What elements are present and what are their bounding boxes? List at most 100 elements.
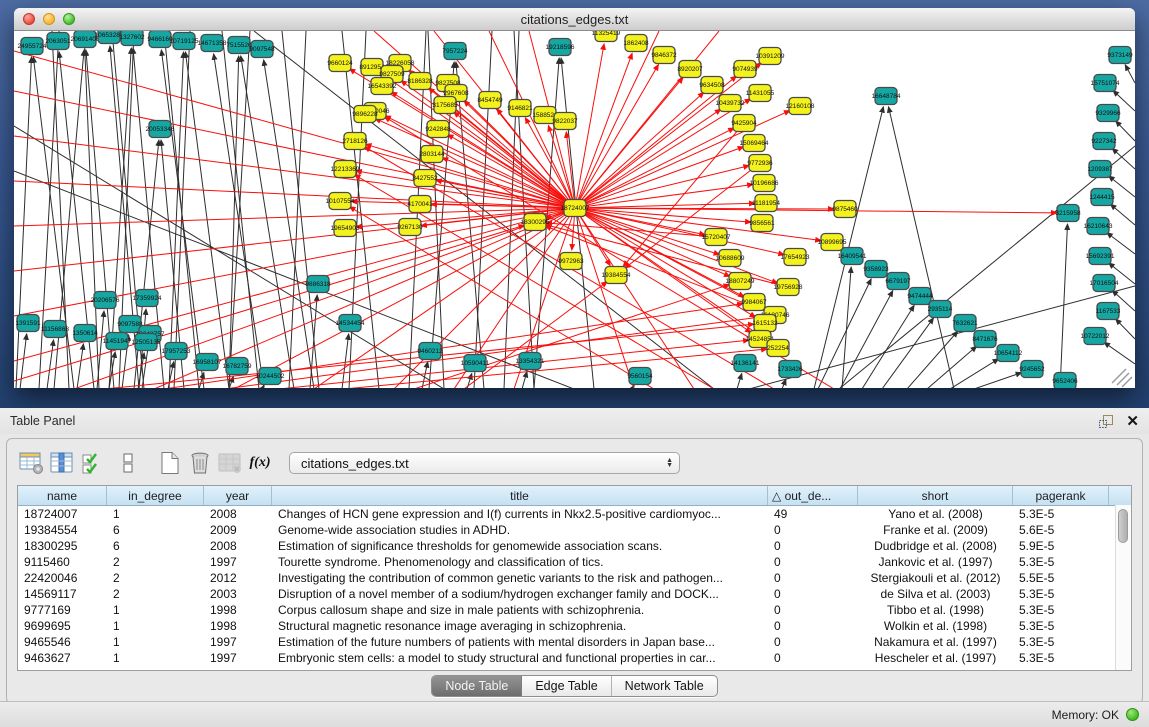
show-columns-icon[interactable] — [47, 449, 77, 477]
graph-node[interactable] — [409, 73, 431, 90]
graph-node[interactable] — [414, 170, 436, 187]
graph-node[interactable] — [201, 35, 223, 52]
create-table-icon[interactable] — [155, 449, 185, 477]
graph-node[interactable] — [524, 214, 546, 231]
table-row[interactable]: 2242004622012Investigating the contribut… — [18, 570, 1131, 586]
graph-node[interactable] — [534, 107, 556, 124]
graph-node[interactable] — [228, 37, 250, 54]
graph-node[interactable] — [779, 361, 801, 378]
graph-node[interactable] — [719, 250, 741, 267]
graph-node[interactable] — [653, 47, 675, 64]
column-header-short[interactable]: short — [858, 486, 1013, 505]
graph-node[interactable] — [259, 368, 281, 385]
graph-node[interactable] — [753, 175, 775, 192]
graph-node[interactable] — [419, 343, 441, 360]
graph-node[interactable] — [98, 31, 120, 44]
graph-node[interactable] — [464, 355, 486, 372]
graph-node[interactable] — [17, 315, 39, 332]
graph-node[interactable] — [1089, 248, 1111, 265]
column-header-year[interactable]: year — [204, 486, 272, 505]
graph-node[interactable] — [929, 301, 951, 318]
graph-node[interactable] — [1097, 303, 1119, 320]
graph-node[interactable] — [777, 279, 799, 296]
graph-node[interactable] — [734, 61, 756, 78]
graph-node[interactable] — [821, 234, 843, 251]
tab-node-table[interactable]: Node Table — [432, 676, 522, 696]
row-height-icon[interactable] — [113, 449, 143, 477]
tab-network-table[interactable]: Network Table — [612, 676, 717, 696]
graph-node[interactable] — [1097, 105, 1119, 122]
graph-node[interactable] — [94, 292, 116, 309]
close-window-icon[interactable] — [23, 13, 35, 25]
column-header-title[interactable]: title — [272, 486, 768, 505]
table-row[interactable]: 946554611997Estimation of the future num… — [18, 634, 1131, 650]
graph-node[interactable] — [865, 261, 887, 278]
graph-node[interactable] — [1109, 47, 1131, 64]
column-header-out-degree[interactable]: △ out_de... — [768, 486, 858, 505]
table-row[interactable]: 1872400712008Changes of HCN gene express… — [18, 506, 1131, 522]
graph-node[interactable] — [954, 315, 976, 332]
graph-node[interactable] — [251, 41, 273, 58]
graph-node[interactable] — [734, 355, 756, 372]
graph-node[interactable] — [834, 201, 856, 218]
graph-node[interactable] — [754, 315, 776, 332]
graph-node[interactable] — [784, 249, 806, 266]
graph-node[interactable] — [701, 77, 723, 94]
vertical-scrollbar[interactable] — [1115, 505, 1131, 670]
table-row[interactable]: 911546021997Tourette syndrome. Phenomeno… — [18, 554, 1131, 570]
column-header-name[interactable]: name — [18, 486, 107, 505]
graph-node[interactable] — [339, 315, 361, 332]
graph-node[interactable] — [875, 88, 897, 105]
graph-node[interactable] — [743, 294, 765, 311]
graph-node[interactable] — [434, 97, 456, 114]
graph-node[interactable] — [334, 161, 356, 178]
table-row[interactable]: 1456911722003Disruption of a novel membe… — [18, 586, 1131, 602]
graph-node[interactable] — [226, 358, 248, 375]
graph-node[interactable] — [1089, 161, 1111, 178]
graph-node[interactable] — [1087, 218, 1109, 235]
table-settings-icon[interactable] — [17, 449, 47, 477]
graph-node[interactable] — [196, 354, 218, 371]
graph-node[interactable] — [1094, 75, 1116, 92]
graph-node[interactable] — [149, 31, 171, 48]
window-titlebar[interactable]: citations_edges.txt — [14, 8, 1135, 31]
table-row[interactable]: 1938455462009Genome-wide association stu… — [18, 522, 1131, 538]
select-rows-icon[interactable] — [77, 449, 107, 477]
delete-list-icon[interactable] — [185, 449, 215, 477]
graph-node[interactable] — [74, 31, 96, 48]
graph-node[interactable] — [749, 155, 771, 172]
graph-node[interactable] — [344, 133, 366, 150]
graph-node[interactable] — [121, 31, 143, 46]
column-header-pagerank[interactable]: pagerank — [1013, 486, 1109, 505]
graph-node[interactable] — [564, 200, 586, 217]
graph-node[interactable] — [974, 331, 996, 348]
table-row[interactable]: 946362711997Embryonic stem cells: a mode… — [18, 650, 1131, 666]
graph-node[interactable] — [767, 340, 789, 357]
function-builder-icon[interactable]: f(x) — [245, 449, 275, 477]
graph-node[interactable] — [729, 273, 751, 290]
column-header-in-degree[interactable]: in_degree — [107, 486, 204, 505]
graph-node[interactable] — [755, 195, 777, 212]
graph-node[interactable] — [409, 196, 431, 213]
graph-node[interactable] — [479, 92, 501, 109]
graph-node[interactable] — [307, 276, 329, 293]
graph-node[interactable] — [329, 193, 351, 210]
graph-node[interactable] — [705, 229, 727, 246]
graph-node[interactable] — [427, 121, 449, 138]
graph-node[interactable] — [554, 113, 576, 130]
graph-node[interactable] — [1084, 328, 1106, 345]
graph-node[interactable] — [749, 85, 771, 102]
graph-node[interactable] — [1054, 373, 1076, 389]
graph-node[interactable] — [679, 61, 701, 78]
table-row[interactable]: 1830029562008Estimation of significance … — [18, 538, 1131, 554]
network-canvas[interactable]: 2495572420630512069140610653287132760294… — [14, 31, 1135, 388]
graph-node[interactable] — [789, 98, 811, 115]
graph-node[interactable] — [519, 353, 541, 370]
table-row[interactable]: 977716911998Corpus callosum shape and si… — [18, 602, 1131, 618]
table-row[interactable]: 969969511998Structural magnetic resonanc… — [18, 618, 1131, 634]
scrollbar-thumb[interactable] — [1118, 509, 1128, 543]
graph-node[interactable] — [421, 146, 443, 163]
graph-node[interactable] — [173, 33, 195, 50]
graph-node[interactable] — [361, 59, 383, 76]
graph-node[interactable] — [743, 135, 765, 152]
